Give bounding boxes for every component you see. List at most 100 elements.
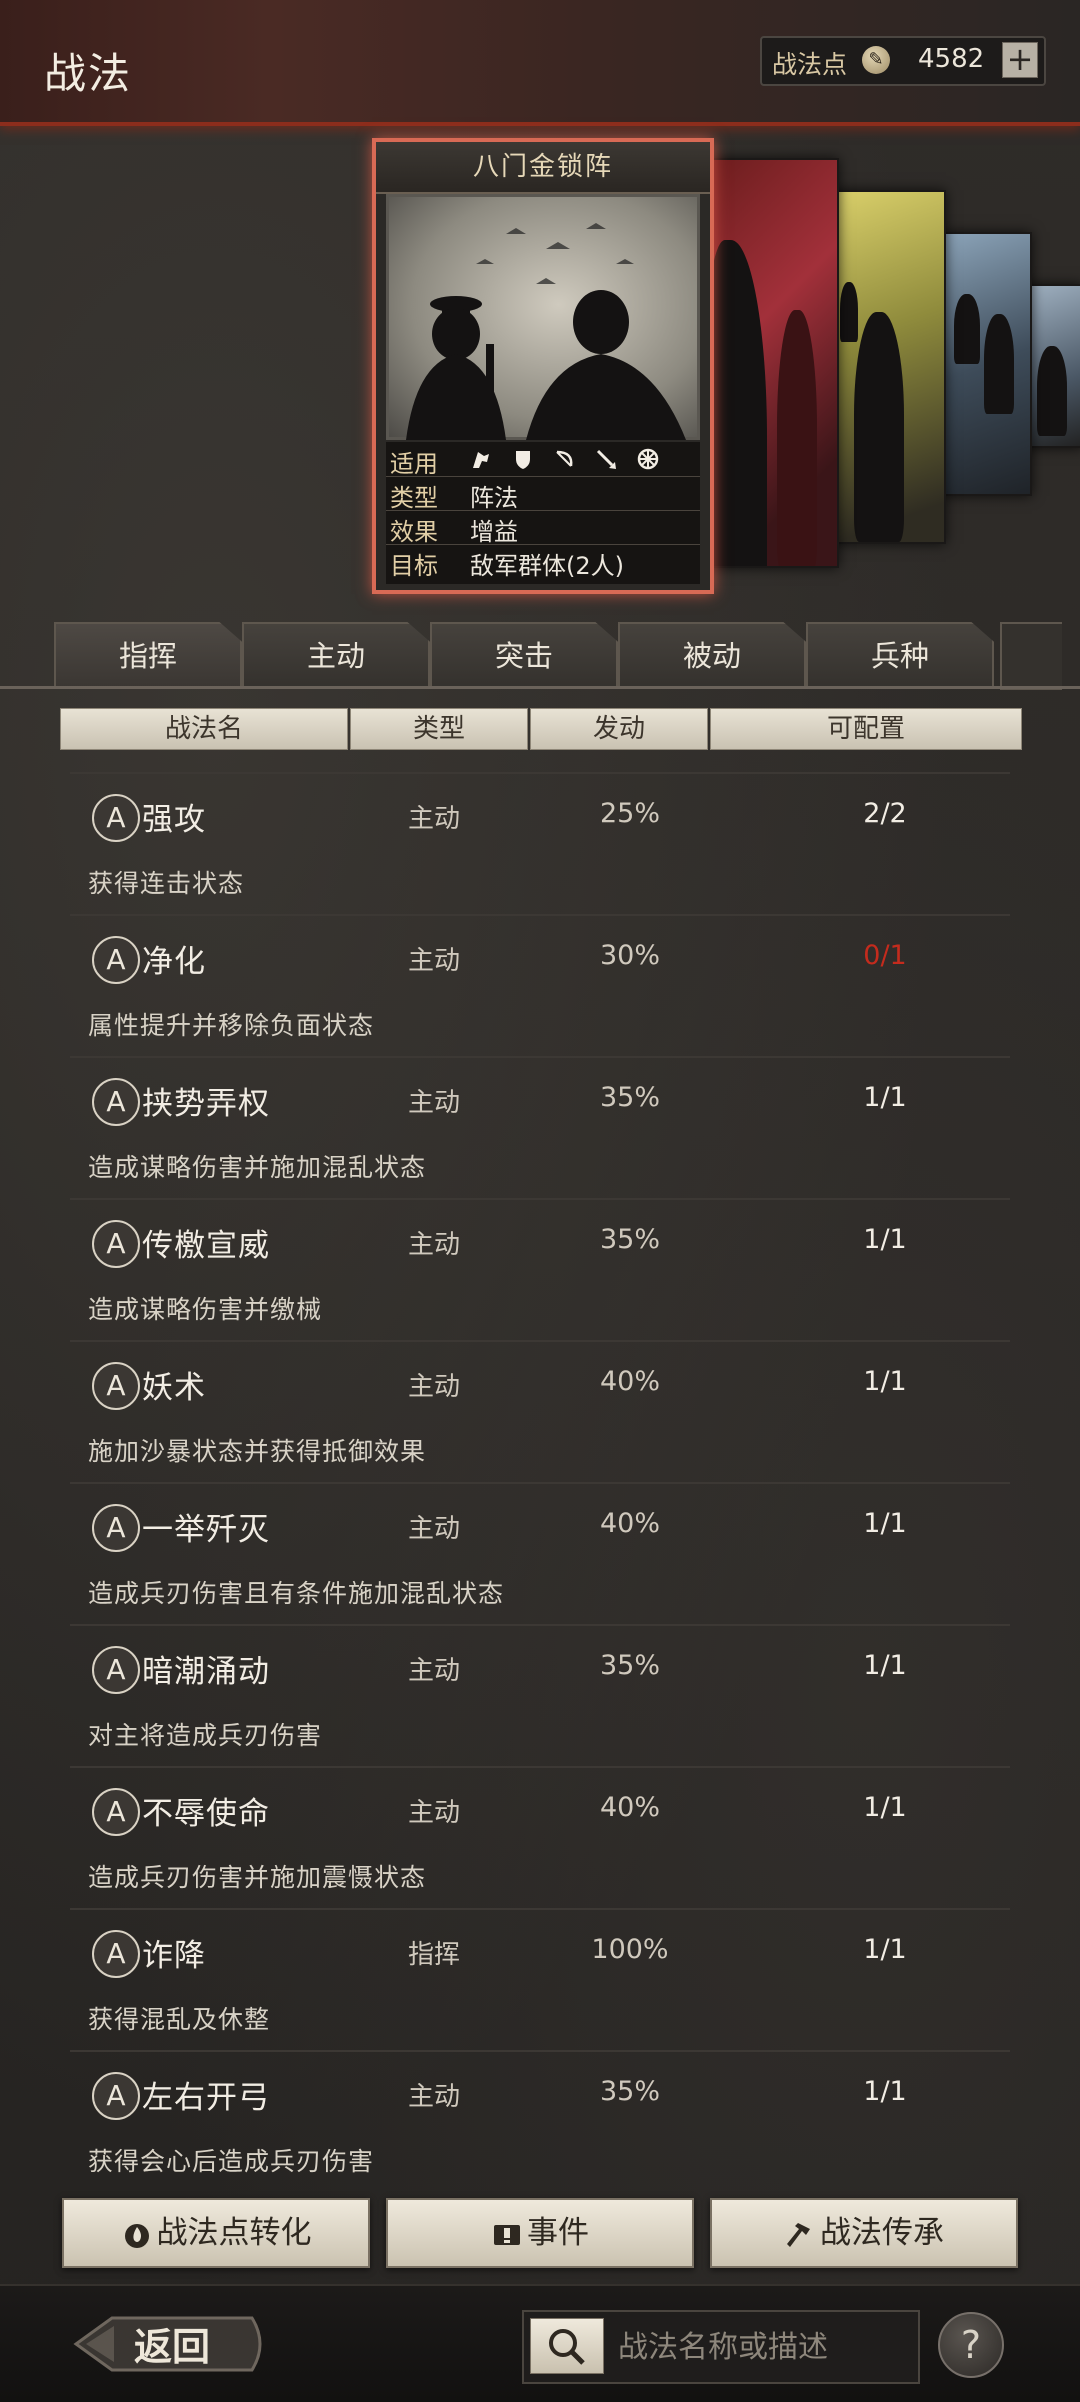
skill-name: 左右开弓 bbox=[142, 2080, 270, 2116]
info-key: 适用 bbox=[390, 450, 438, 478]
skill-type: 主动 bbox=[408, 1514, 461, 1544]
event-button[interactable]: 事件 bbox=[386, 2198, 694, 2268]
back-label: 返回 bbox=[134, 2325, 211, 2369]
shield-icon bbox=[515, 451, 530, 469]
skill-rate: 30% bbox=[599, 940, 660, 971]
skill-name: 暗潮涌动 bbox=[142, 1654, 270, 1690]
skill-rate: 35% bbox=[599, 1224, 660, 1255]
add-points-button[interactable]: + bbox=[1002, 42, 1038, 78]
skill-description: 造成兵刃伤害并施加震慑状态 bbox=[88, 1863, 427, 1892]
skill-name: 传檄宣威 bbox=[142, 1228, 270, 1264]
skill-name: 诈降 bbox=[142, 1938, 206, 1974]
search-button[interactable] bbox=[530, 2318, 604, 2374]
skill-config: 1/1 bbox=[863, 1792, 907, 1823]
info-row-type: 类型 阵法 bbox=[386, 476, 700, 512]
convert-points-label: 战法点转化 bbox=[156, 2215, 312, 2251]
skill-config: 1/1 bbox=[863, 1650, 907, 1681]
skill-rate: 25% bbox=[599, 798, 660, 829]
skill-rate: 40% bbox=[599, 1792, 660, 1823]
skill-points-label: 战法点 bbox=[772, 50, 848, 79]
skill-description: 造成谋略伤害并施加混乱状态 bbox=[88, 1153, 427, 1182]
grade-a-icon: A bbox=[92, 1646, 140, 1694]
search-bar bbox=[522, 2310, 920, 2384]
grade-a-icon: A bbox=[92, 1078, 140, 1126]
skill-card-preview[interactable] bbox=[832, 190, 946, 544]
skill-description: 获得连击状态 bbox=[88, 869, 245, 898]
grade-a-icon: A bbox=[92, 1220, 140, 1268]
list-item[interactable]: A 净化 主动 30% 0/1 属性提升并移除负面状态 bbox=[70, 914, 1010, 1058]
info-value: 敌军群体(2人) bbox=[470, 552, 624, 580]
grade-a-icon: A bbox=[92, 2072, 140, 2120]
list-item[interactable]: A 强攻 主动 25% 2/2 获得连击状态 bbox=[70, 772, 1010, 916]
column-header-configurable[interactable]: 可配置 bbox=[710, 708, 1022, 750]
list-item[interactable]: A 一举歼灭 主动 40% 1/1 造成兵刃伤害且有条件施加混乱状态 bbox=[70, 1482, 1010, 1626]
info-row-target: 目标 敌军群体(2人) bbox=[386, 544, 700, 580]
tab-passive[interactable]: 被动 bbox=[618, 622, 806, 688]
tab-assault[interactable]: 突击 bbox=[430, 622, 618, 688]
featured-skill-name: 八门金锁阵 bbox=[376, 142, 710, 194]
column-header-rate[interactable]: 发动 bbox=[530, 708, 708, 750]
tab-command[interactable]: 指挥 bbox=[54, 622, 242, 688]
help-button[interactable]: ? bbox=[938, 2312, 1004, 2378]
inherit-skill-label: 战法传承 bbox=[820, 2215, 944, 2251]
skill-rate: 35% bbox=[599, 1650, 660, 1681]
skill-config: 1/1 bbox=[863, 2076, 907, 2107]
skill-card-preview[interactable] bbox=[1025, 284, 1080, 448]
featured-skill-artwork bbox=[383, 191, 703, 443]
skill-description: 对主将造成兵刃伤害 bbox=[88, 1721, 323, 1750]
skill-type: 主动 bbox=[408, 1798, 461, 1828]
tab-troop-type[interactable]: 兵种 bbox=[806, 622, 994, 688]
bow-icon bbox=[556, 450, 573, 467]
skill-type: 主动 bbox=[408, 2082, 461, 2112]
skill-config: 1/1 bbox=[863, 1082, 907, 1113]
skill-list[interactable]: A 强攻 主动 25% 2/2 获得连击状态 A 净化 主动 30% 0/1 属… bbox=[70, 772, 1010, 2182]
skill-config: 1/1 bbox=[863, 1934, 907, 1965]
info-row-applicable: 适用 bbox=[386, 442, 700, 478]
skill-type: 主动 bbox=[408, 1372, 461, 1402]
wheel-icon bbox=[637, 448, 658, 470]
skill-name: 净化 bbox=[142, 944, 206, 980]
skill-description: 造成谋略伤害并缴械 bbox=[88, 1295, 323, 1324]
skill-type: 主动 bbox=[408, 804, 461, 834]
featured-skill-info: 适用 类型 阵法 效果 增益 目标 敌军群体(2人) bbox=[386, 442, 700, 584]
skill-rate: 100% bbox=[591, 1934, 669, 1965]
list-item[interactable]: A 诈降 指挥 100% 1/1 获得混乱及休整 bbox=[70, 1908, 1010, 2052]
tab-divider bbox=[0, 686, 1080, 689]
cavalry-icon bbox=[473, 452, 489, 468]
grade-a-icon: A bbox=[92, 1930, 140, 1978]
skill-rate: 35% bbox=[599, 2076, 660, 2107]
info-row-effect: 效果 增益 bbox=[386, 510, 700, 546]
skill-config: 0/1 bbox=[863, 940, 907, 971]
list-item[interactable]: A 不辱使命 主动 40% 1/1 造成兵刃伤害并施加震慑状态 bbox=[70, 1766, 1010, 1910]
inherit-skill-button[interactable]: 战法传承 bbox=[710, 2198, 1018, 2268]
info-value: 阵法 bbox=[470, 484, 518, 512]
back-button[interactable]: 返回 bbox=[72, 2308, 272, 2380]
event-label: 事件 bbox=[527, 2215, 589, 2251]
column-header-type[interactable]: 类型 bbox=[350, 708, 528, 750]
event-icon bbox=[494, 2224, 520, 2245]
flame-icon bbox=[124, 2223, 149, 2248]
skill-name: 挟势弄权 bbox=[142, 1086, 270, 1122]
convert-points-button[interactable]: 战法点转化 bbox=[62, 2198, 370, 2268]
skill-card-preview[interactable] bbox=[942, 232, 1032, 496]
skill-card-preview[interactable] bbox=[705, 158, 839, 568]
list-item[interactable]: A 暗潮涌动 主动 35% 1/1 对主将造成兵刃伤害 bbox=[70, 1624, 1010, 1768]
list-item[interactable]: A 传檄宣威 主动 35% 1/1 造成谋略伤害并缴械 bbox=[70, 1198, 1010, 1342]
hammer-icon bbox=[787, 2222, 810, 2247]
list-item[interactable]: A 妖术 主动 40% 1/1 施加沙暴状态并获得抵御效果 bbox=[70, 1340, 1010, 1484]
skill-points-value: 4582 bbox=[918, 44, 985, 74]
header-bar: 战法 战法点 ✎ 4582 + bbox=[0, 0, 1080, 126]
tab-overflow[interactable] bbox=[1000, 622, 1062, 690]
tab-active-skill[interactable]: 主动 bbox=[242, 622, 430, 688]
list-item[interactable]: A 左右开弓 主动 35% 1/1 获得会心后造成兵刃伤害 bbox=[70, 2050, 1010, 2182]
skill-description: 造成兵刃伤害且有条件施加混乱状态 bbox=[88, 1579, 505, 1608]
list-item[interactable]: A 挟势弄权 主动 35% 1/1 造成谋略伤害并施加混乱状态 bbox=[70, 1056, 1010, 1200]
grade-a-icon: A bbox=[92, 1504, 140, 1552]
skill-name: 强攻 bbox=[142, 802, 206, 838]
column-header-name[interactable]: 战法名 bbox=[60, 708, 348, 750]
skill-points-coin-icon: ✎ bbox=[862, 46, 890, 74]
grade-a-icon: A bbox=[92, 1362, 140, 1410]
featured-skill-card[interactable]: 八门金锁阵 适用 类型 阵法 效果 增益 目标 敌军群体(2人) bbox=[372, 138, 714, 594]
search-input[interactable] bbox=[616, 2322, 910, 2372]
skill-description: 施加沙暴状态并获得抵御效果 bbox=[88, 1437, 427, 1466]
